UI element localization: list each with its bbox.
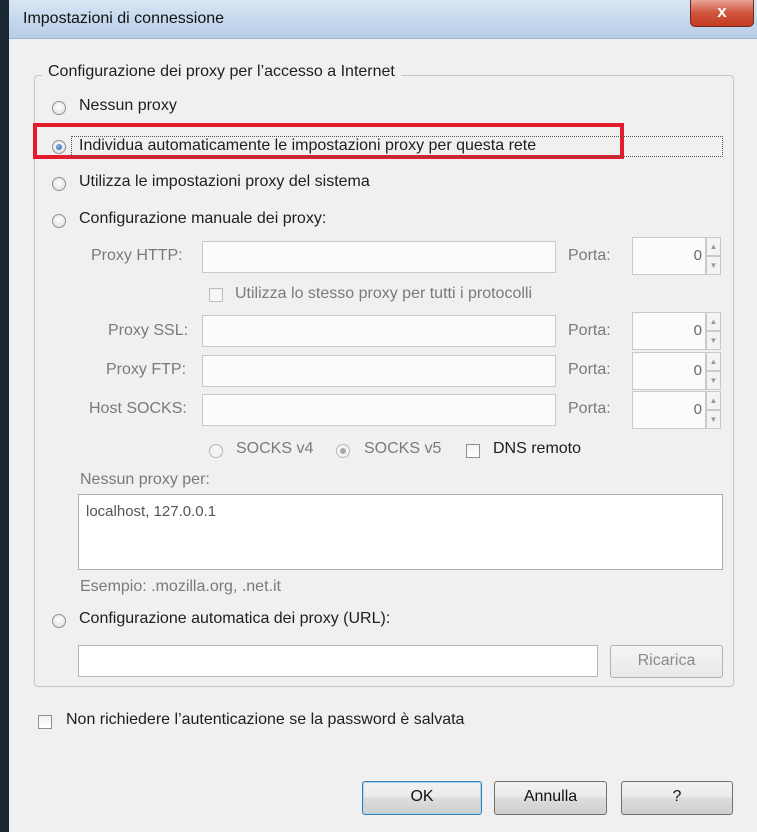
title-bar: Impostazioni di connessione x <box>9 0 757 39</box>
socks-host-label: Host SOCKS: <box>89 400 187 417</box>
pac-url-label[interactable]: Configurazione automatica dei proxy (URL… <box>79 610 390 628</box>
socks-port-down-icon[interactable]: ▼ <box>706 410 721 429</box>
system-proxy-radio[interactable] <box>52 177 66 191</box>
window-frame-edge <box>0 0 9 832</box>
group-legend: Configurazione dei proxy per l’accesso a… <box>42 63 401 81</box>
http-port-input[interactable]: 0 <box>632 237 706 275</box>
help-button[interactable]: ? <box>621 781 733 815</box>
no-proxy-example: Esempio: .mozilla.org, .net.it <box>80 578 281 595</box>
auto-detect-radio[interactable] <box>52 140 66 154</box>
ssl-port-down-icon[interactable]: ▼ <box>706 331 721 350</box>
ftp-proxy-input[interactable] <box>202 355 556 387</box>
http-port-up-icon[interactable]: ▲ <box>706 237 721 256</box>
window-title: Impostazioni di connessione <box>23 10 225 27</box>
ssl-proxy-input[interactable] <box>202 315 556 347</box>
reload-button[interactable]: Ricarica <box>610 645 723 678</box>
no-auth-prompt-label[interactable]: Non richiedere l’autenticazione se la pa… <box>66 711 464 729</box>
ftp-port-label: Porta: <box>568 361 611 378</box>
socks-port-label: Porta: <box>568 400 611 417</box>
ssl-port-up-icon[interactable]: ▲ <box>706 312 721 331</box>
manual-proxy-label[interactable]: Configurazione manuale dei proxy: <box>79 210 326 228</box>
socks-v5-label: SOCKS v5 <box>364 440 442 457</box>
no-auth-prompt-checkbox[interactable] <box>38 715 52 729</box>
manual-proxy-radio[interactable] <box>52 214 66 228</box>
socks-v4-radio[interactable] <box>209 444 223 458</box>
socks-port-input[interactable]: 0 <box>632 391 706 429</box>
socks-v5-radio[interactable] <box>336 444 350 458</box>
ftp-proxy-label: Proxy FTP: <box>106 361 187 378</box>
close-button[interactable]: x <box>690 0 754 27</box>
socks-host-input[interactable] <box>202 394 556 426</box>
same-proxy-label: Utilizza lo stesso proxy per tutti i pro… <box>235 285 532 302</box>
no-proxy-for-value: localhost, 127.0.0.1 <box>86 503 217 520</box>
auto-detect-label[interactable]: Individua automaticamente le impostazion… <box>79 137 536 155</box>
pac-url-radio[interactable] <box>52 614 66 628</box>
ssl-port-input[interactable]: 0 <box>632 312 706 350</box>
no-proxy-for-label: Nessun proxy per: <box>80 471 210 488</box>
remote-dns-label[interactable]: DNS remoto <box>493 440 581 458</box>
system-proxy-label[interactable]: Utilizza le impostazioni proxy del siste… <box>79 173 370 191</box>
http-port-down-icon[interactable]: ▼ <box>706 256 721 275</box>
no-proxy-label[interactable]: Nessun proxy <box>79 97 177 115</box>
http-port-label: Porta: <box>568 247 611 264</box>
ftp-port-up-icon[interactable]: ▲ <box>706 352 721 371</box>
no-proxy-for-textarea[interactable]: localhost, 127.0.0.1 <box>78 494 723 570</box>
same-proxy-checkbox[interactable] <box>209 288 223 302</box>
http-proxy-input[interactable] <box>202 241 556 273</box>
no-proxy-radio[interactable] <box>52 101 66 115</box>
ftp-port-input[interactable]: 0 <box>632 352 706 390</box>
socks-port-up-icon[interactable]: ▲ <box>706 391 721 410</box>
ftp-port-down-icon[interactable]: ▼ <box>706 371 721 390</box>
ssl-proxy-label: Proxy SSL: <box>108 322 189 339</box>
http-proxy-label: Proxy HTTP: <box>91 247 183 264</box>
remote-dns-checkbox[interactable] <box>466 444 480 458</box>
pac-url-input[interactable] <box>78 645 598 677</box>
ssl-port-label: Porta: <box>568 322 611 339</box>
ok-button[interactable]: OK <box>362 781 482 815</box>
socks-v4-label: SOCKS v4 <box>236 440 314 457</box>
cancel-button[interactable]: Annulla <box>494 781 607 815</box>
close-icon: x <box>717 2 727 21</box>
